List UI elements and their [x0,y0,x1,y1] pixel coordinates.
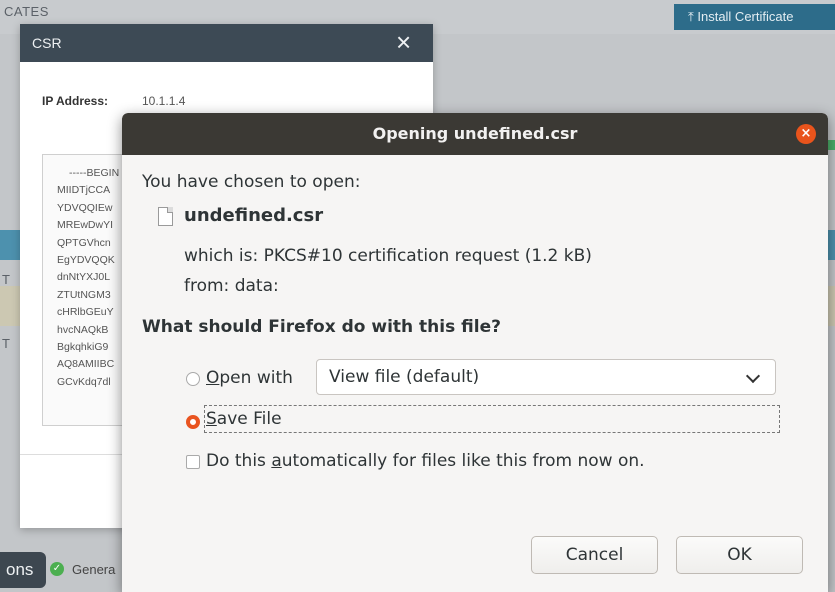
open-with-app-select[interactable]: View file (default) [316,359,776,395]
save-file-label[interactable]: Save File [206,409,282,429]
background-page-title: CATES [4,4,49,19]
background-footer-text: Genera [72,562,116,577]
dialog-titlebar: Opening undefined.csr × [122,113,828,155]
file-icon [158,207,173,226]
close-icon[interactable]: × [396,27,411,57]
save-file-label-rest: ave File [216,409,282,429]
auto-action-label[interactable]: Do this automatically for files like thi… [206,451,645,471]
ok-button[interactable]: OK [676,536,803,574]
auto-action-label-rest: utomatically for files like this from no… [281,451,645,471]
open-with-radio[interactable] [186,372,200,386]
open-with-app-value: View file (default) [329,367,480,387]
ip-address-label: IP Address: [42,94,109,108]
auto-action-checkbox[interactable] [186,455,200,469]
chevron-down-icon [745,368,761,384]
background-row-text: T [2,336,10,351]
install-certificate-label: Install Certificate [697,9,794,24]
check-circle-icon: ✓ [50,562,64,576]
action-question: What should Firefox do with this file? [142,317,501,337]
cancel-button[interactable]: Cancel [531,536,658,574]
open-with-mnemonic: O [206,368,220,388]
ip-address-value: 10.1.1.4 [142,94,186,108]
save-file-mnemonic: S [206,409,217,429]
file-name: undefined.csr [184,205,324,226]
download-dialog: Opening undefined.csr × You have chosen … [122,113,828,592]
open-with-label[interactable]: Open with [206,368,293,388]
file-source-info: from: data: [184,276,279,296]
open-with-label-rest: pen with [219,368,293,388]
save-file-radio[interactable] [186,415,200,429]
dialog-title: Opening undefined.csr [372,124,578,143]
save-file-focus-ring [204,405,780,433]
background-footer-button[interactable]: ons [0,552,46,588]
background-row-text: T [2,272,10,287]
install-certificate-button[interactable]: ⤒ Install Certificate [674,4,835,30]
csr-modal-header: CSR × [20,24,433,62]
chosen-to-open-label: You have chosen to open: [142,172,361,192]
auto-action-mnemonic: a [271,451,282,471]
auto-action-label-prefix: Do this [206,451,272,471]
csr-modal-title: CSR [32,35,62,51]
upload-icon: ⤒ [688,9,698,24]
close-icon[interactable]: × [796,124,816,144]
file-type-info: which is: PKCS#10 certification request … [184,246,592,266]
